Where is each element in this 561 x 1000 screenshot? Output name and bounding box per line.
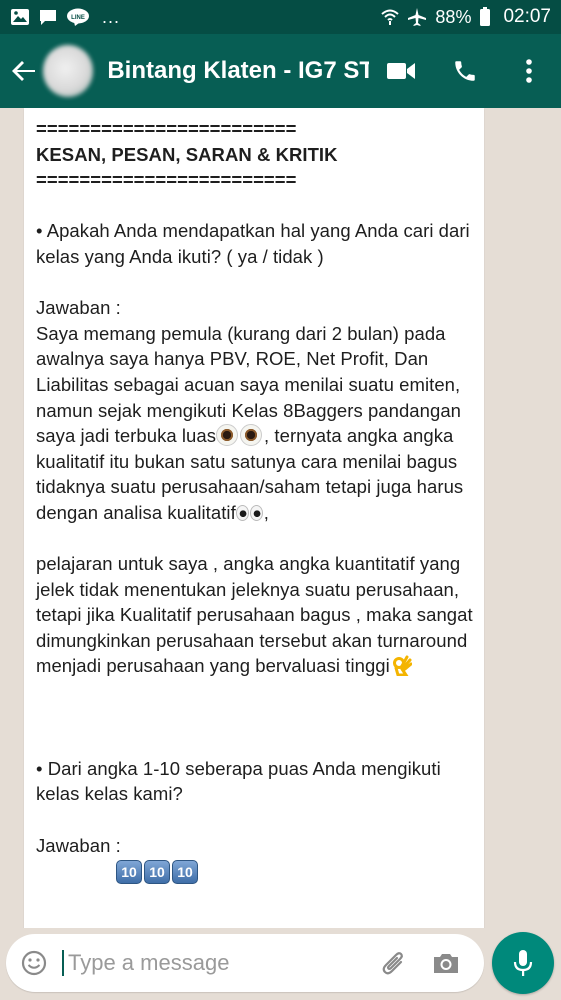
svg-text:LINE: LINE [71, 15, 85, 21]
answer-2-line-1: pelajaran untuk saya , angka angka kuant… [36, 553, 461, 575]
keycap-ten-emoji-icon: 10 [116, 860, 142, 885]
separator-top: ======================== [36, 118, 297, 139]
message-bubble[interactable]: ======================== KESAN, PESAN, S… [24, 108, 484, 928]
answer-2-line-4: dimungkinkan perusahaan tersebut akan tu… [36, 629, 468, 651]
avatar[interactable] [42, 45, 94, 97]
phone-icon [455, 61, 475, 81]
emoji-icon [21, 950, 47, 976]
eye-emoji-icon [216, 424, 239, 447]
eyes-emoji-icon [249, 504, 263, 521]
chat-title[interactable]: Bintang Klaten - IG7 ST... [107, 57, 369, 85]
answer-1-line-3: Liabilitas sebagai acuan saya menilai su… [36, 373, 461, 395]
rating-keycaps: 10 10 10 [116, 860, 484, 885]
answer-1-line-1: Saya memang pemula (kurang dari 2 bulan)… [36, 322, 446, 344]
chat-icon [38, 8, 58, 26]
line-app-icon: LINE [66, 8, 90, 26]
question-1-line-2: kelas yang Anda ikuti? ( ya / tidak ) [36, 245, 324, 267]
keycap-ten-emoji-icon: 10 [144, 860, 170, 885]
message-input[interactable] [62, 950, 362, 976]
answer-1-line-5: saya jadi terbuka luas , ternyata angka a… [36, 423, 484, 449]
voice-call-button[interactable] [433, 41, 497, 101]
mic-icon [513, 950, 533, 976]
wifi-icon [381, 8, 400, 26]
question-1-line-1: • Apakah Anda mendapatkan hal yang Anda … [36, 220, 470, 242]
video-call-icon [387, 63, 415, 79]
message-heading: KESAN, PESAN, SARAN & KRITIK [36, 143, 338, 165]
status-overflow-dots: ... [102, 6, 121, 27]
camera-button[interactable] [420, 934, 472, 992]
battery-icon [479, 7, 491, 27]
compose-field [6, 934, 484, 992]
back-arrow-icon [12, 61, 36, 81]
answer-2-label: Jawaban : [36, 834, 121, 856]
keycap-ten-emoji-icon: 10 [172, 860, 198, 885]
answer-2-line-2: jelek tidak menentukan jeleknya suatu pe… [36, 578, 460, 600]
answer-1-line-8a: dengan analisa kualitatif [36, 501, 236, 523]
eyes-emoji-icon [235, 504, 249, 521]
answer-1-line-5a: saya jadi terbuka luas [36, 425, 217, 447]
chat-area[interactable]: ======================== KESAN, PESAN, S… [0, 108, 561, 928]
answer-2-line-5-text: menjadi perusahaan yang bervaluasi tingg… [36, 655, 390, 677]
eye-emoji-icon [240, 424, 263, 447]
emoji-button[interactable] [6, 934, 62, 992]
camera-icon [434, 954, 458, 973]
answer-1-line-8: dengan analisa kualitatif, [36, 500, 484, 526]
attach-icon [382, 952, 403, 975]
answer-1-line-4: namun sejak mengikuti Kelas 8Baggers pan… [36, 399, 461, 421]
answer-1-line-7: tidaknya suatu perusahaan/saham tetapi j… [36, 476, 464, 498]
question-2-line-1: • Dari angka 1-10 seberapa puas Anda men… [36, 757, 441, 779]
answer-2-line-3: tetapi jika Kualitatif perusahaan bagus … [36, 604, 473, 626]
attach-button[interactable] [368, 934, 420, 992]
answer-1-label: Jawaban : [36, 297, 121, 319]
airplane-icon [407, 7, 427, 27]
ok-hand-emoji-icon [392, 655, 412, 677]
question-2-line-2: kelas kelas kami? [36, 783, 183, 805]
header-actions [369, 41, 561, 101]
more-options-button[interactable] [497, 41, 561, 101]
chat-header: Bintang Klaten - IG7 ST... [0, 34, 561, 108]
image-icon [10, 8, 30, 26]
mic-button[interactable] [492, 932, 554, 994]
battery-percent: 88% [435, 6, 472, 27]
answer-1-line-5b: , ternyata angka angka [264, 425, 454, 447]
compose-bar [0, 928, 561, 1000]
answer-2-line-5: menjadi perusahaan yang bervaluasi tingg… [36, 653, 484, 679]
video-call-button[interactable] [369, 41, 433, 101]
back-button[interactable] [8, 51, 41, 91]
answer-1-line-8b: , [263, 501, 269, 523]
status-right: 88% 02:07 [381, 6, 551, 28]
status-left: LINE ... [10, 7, 120, 28]
more-vert-icon [526, 59, 532, 83]
answer-1-line-6: kualitatif itu bukan satu satunya cara m… [36, 450, 458, 472]
status-time: 02:07 [503, 6, 551, 27]
status-bar: LINE ... 88% 02:07 [0, 0, 561, 34]
separator-bottom: ======================== [36, 169, 297, 191]
answer-1-line-2: awalnya saya hanya PBV, ROE, Net Profit,… [36, 348, 429, 370]
